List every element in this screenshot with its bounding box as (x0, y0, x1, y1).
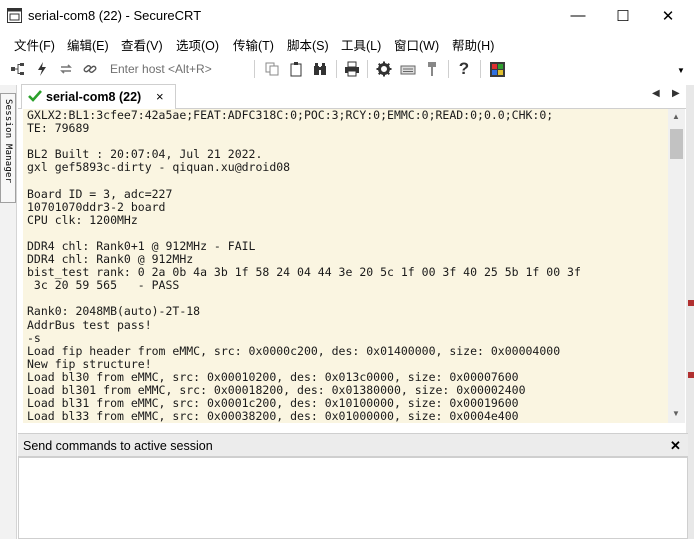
background-window-mark (688, 372, 694, 378)
toolbar-separator (448, 60, 449, 78)
toolbar: ? ▼ (0, 54, 694, 84)
terminal-line: -s (27, 330, 41, 345)
terminal-text: GXLX2:BL1:3cfee7:42a5ae;FEAT:ADFC318C:0;… (27, 109, 581, 423)
title-bar: serial-com8 (22) - SecureCRT — ☐ ✕ (0, 0, 694, 31)
terminal-line: GXLX2:BL1:3cfee7:42a5ae;FEAT:ADFC318C:0;… (27, 109, 554, 122)
command-pane-header: Send commands to active session ✕ (18, 433, 688, 457)
tab-serial-com8[interactable]: serial-com8 (22) × (21, 84, 176, 109)
menu-transfer[interactable]: 传输(T) (233, 35, 274, 54)
window-title: serial-com8 (22) - SecureCRT (28, 8, 202, 23)
terminal-line: Load bl33 from eMMC, src: 0x00038200, de… (27, 409, 519, 423)
terminal-line: 3c 20 59 565 - PASS (27, 278, 180, 293)
background-window-mark (688, 300, 694, 306)
terminal-line: Load fip header from eMMC, src: 0x0000c2… (27, 343, 561, 358)
terminal-line: AddrBus test pass! (27, 317, 152, 332)
terminal-line: TE: 79689 (27, 121, 90, 136)
host-input[interactable] (106, 59, 246, 79)
copy-icon[interactable] (262, 59, 282, 79)
scroll-down-icon[interactable]: ▼ (672, 409, 680, 418)
minimize-button[interactable]: — (555, 0, 601, 31)
menu-window[interactable]: 窗口(W) (394, 35, 439, 54)
terminal-line: CPU clk: 1200MHz (27, 212, 138, 227)
menu-options[interactable]: 选项(O) (176, 35, 219, 54)
securecrt-app-icon (7, 8, 22, 23)
close-icon: ✕ (661, 7, 675, 25)
print-icon[interactable] (342, 59, 362, 79)
tab-bar: serial-com8 (22) × ◀ ▶ (18, 84, 688, 109)
session-manager-label: Session Manager (3, 99, 13, 184)
maximize-icon: ☐ (616, 7, 630, 25)
command-pane-title: Send commands to active session (23, 439, 213, 453)
maximize-button[interactable]: ☐ (600, 0, 646, 31)
toolbar-separator (336, 60, 337, 78)
terminal-line: Board ID = 3, adc=227 (27, 186, 173, 201)
tab-label: serial-com8 (22) (46, 90, 142, 104)
help-icon[interactable]: ? (454, 59, 474, 79)
quick-connect-icon[interactable] (32, 59, 52, 79)
menu-bar: 文件(F) 编辑(E) 查看(V) 选项(O) 传输(T) 脚本(S) 工具(L… (0, 31, 694, 54)
menu-edit[interactable]: 编辑(E) (67, 35, 109, 54)
scrollbar-thumb[interactable] (670, 129, 683, 159)
reconnect-icon[interactable] (56, 59, 76, 79)
command-input[interactable] (18, 457, 688, 539)
tab-scroll-right-icon[interactable]: ▶ (672, 88, 680, 99)
terminal-output[interactable]: GXLX2:BL1:3cfee7:42a5ae;FEAT:ADFC318C:0;… (23, 109, 668, 423)
scroll-up-icon[interactable]: ▲ (672, 112, 680, 121)
terminal-line: gxl gef5893c-dirty - qiquan.xu@droid08 (27, 160, 291, 175)
command-pane-close-icon[interactable]: ✕ (670, 438, 681, 454)
toolbar-separator (367, 60, 368, 78)
toolbar-separator (480, 60, 481, 78)
terminal-line: Load bl30 from eMMC, src: 0x00010200, de… (27, 369, 519, 384)
close-window-button[interactable]: ✕ (645, 0, 691, 31)
menu-file[interactable]: 文件(F) (14, 35, 55, 54)
sftp-icon[interactable] (487, 59, 507, 79)
tab-scroll-left-icon[interactable]: ◀ (652, 88, 660, 99)
connected-check-icon (28, 90, 42, 102)
keymap-icon[interactable] (398, 59, 418, 79)
menu-tools[interactable]: 工具(L) (341, 35, 381, 54)
menu-help[interactable]: 帮助(H) (452, 35, 494, 54)
minimize-icon: — (570, 7, 586, 24)
find-icon[interactable] (310, 59, 330, 79)
paste-icon[interactable] (286, 59, 306, 79)
toolbar-overflow-icon[interactable]: ▼ (677, 66, 685, 75)
tab-close-icon[interactable]: × (156, 89, 164, 104)
session-manager-strip: Session Manager (0, 85, 17, 539)
toolbar-separator (254, 60, 255, 78)
tools-icon[interactable] (422, 59, 442, 79)
terminal-line: Rank0: 2048MB(auto)-2T-18 (27, 304, 201, 319)
terminal-line: New fip structure! (27, 356, 152, 371)
session-manager-tab[interactable]: Session Manager (0, 93, 16, 203)
menu-view[interactable]: 查看(V) (121, 35, 163, 54)
menu-script[interactable]: 脚本(S) (287, 35, 329, 54)
terminal-line: 10701070ddr3-2 board (27, 199, 166, 214)
connect-tree-icon[interactable] (8, 59, 28, 79)
link-icon[interactable] (80, 59, 100, 79)
terminal-scrollbar[interactable]: ▲ ▼ (668, 109, 685, 423)
settings-icon[interactable] (374, 59, 394, 79)
